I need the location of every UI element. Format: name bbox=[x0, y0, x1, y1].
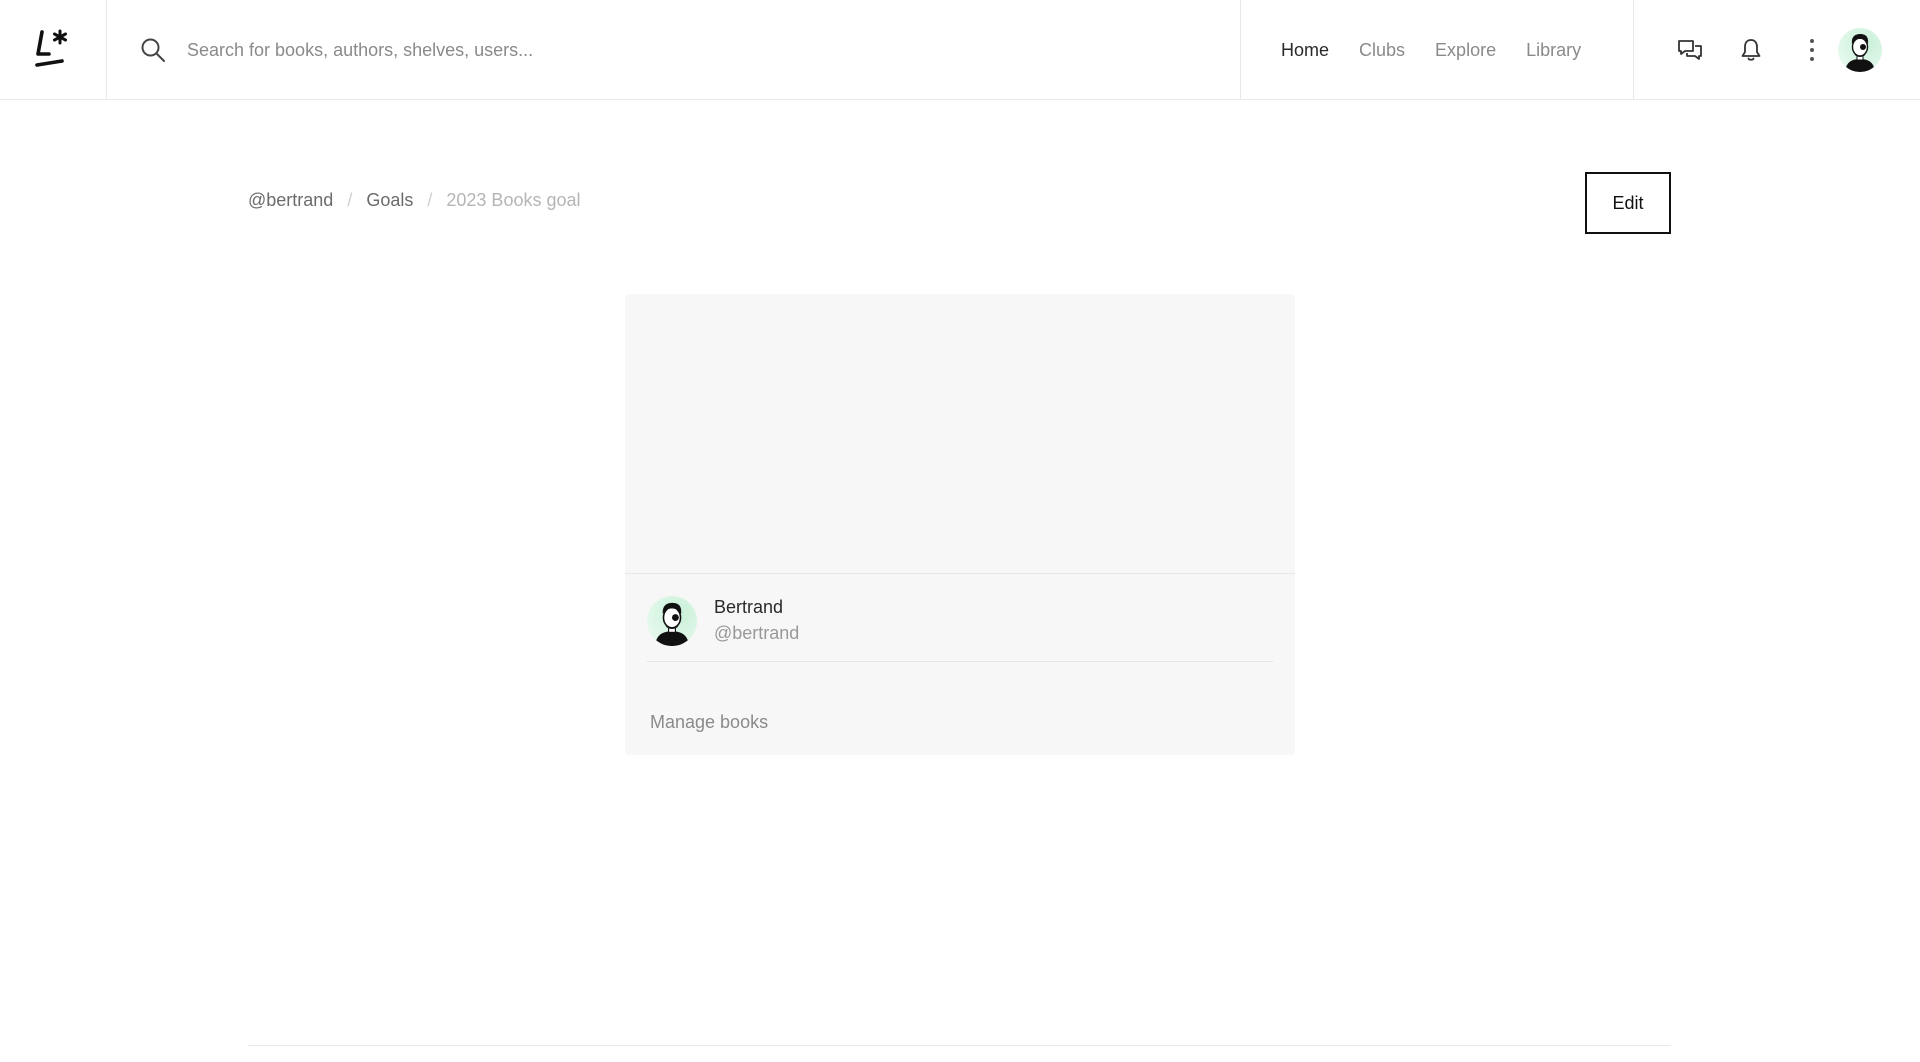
avatar-illustration bbox=[1845, 34, 1875, 72]
nav-explore[interactable]: Explore bbox=[1435, 40, 1496, 61]
owner-avatar[interactable] bbox=[647, 596, 697, 646]
goal-owner[interactable]: Bertrand @bertrand bbox=[647, 596, 1273, 662]
nav-home[interactable]: Home bbox=[1281, 40, 1329, 61]
messages-button[interactable] bbox=[1674, 34, 1706, 66]
edit-button[interactable]: Edit bbox=[1585, 172, 1671, 234]
goal-card: Bertrand @bertrand Manage books bbox=[625, 294, 1295, 755]
more-menu-button[interactable] bbox=[1796, 34, 1828, 66]
breadcrumb-goals-link[interactable]: Goals bbox=[366, 190, 413, 211]
notifications-button[interactable] bbox=[1735, 34, 1767, 66]
nav-library[interactable]: Library bbox=[1526, 40, 1581, 61]
manage-books-link[interactable]: Manage books bbox=[650, 712, 768, 733]
breadcrumb-current-page: 2023 Books goal bbox=[446, 190, 581, 210]
user-avatar-button[interactable] bbox=[1838, 28, 1882, 72]
avatar-illustration bbox=[654, 602, 690, 646]
bell-icon bbox=[1741, 39, 1761, 61]
chat-icon bbox=[1678, 40, 1702, 60]
goal-cover-area bbox=[625, 294, 1295, 574]
app-logo bbox=[35, 29, 67, 67]
top-header: Home Clubs Explore Library bbox=[0, 0, 1920, 100]
logo-link[interactable] bbox=[0, 0, 107, 100]
breadcrumb-separator: / bbox=[347, 190, 353, 210]
breadcrumb: @bertrand / Goals / 2023 Books goal bbox=[248, 190, 581, 211]
search-icon[interactable] bbox=[139, 36, 167, 64]
breadcrumb-user-link[interactable]: @bertrand bbox=[248, 190, 333, 211]
footer-divider bbox=[248, 1045, 1671, 1046]
breadcrumb-separator: / bbox=[427, 190, 433, 210]
search-input[interactable] bbox=[187, 30, 1187, 70]
search-bar bbox=[107, 0, 1241, 100]
more-vertical-icon bbox=[1810, 39, 1814, 61]
owner-name[interactable]: Bertrand bbox=[714, 597, 783, 618]
main-nav: Home Clubs Explore Library bbox=[1241, 0, 1634, 100]
owner-handle: @bertrand bbox=[714, 623, 800, 643]
nav-clubs[interactable]: Clubs bbox=[1359, 40, 1405, 61]
